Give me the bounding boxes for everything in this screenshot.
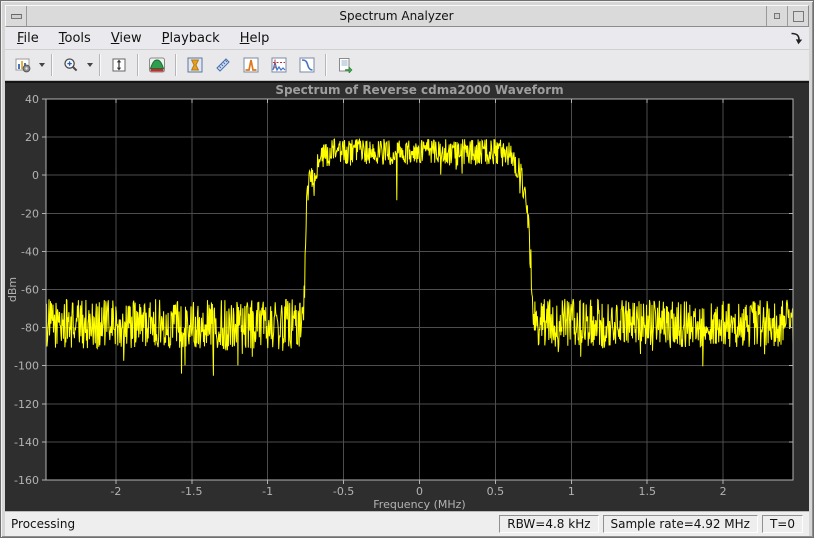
menu-playback[interactable]: Playback xyxy=(154,29,228,48)
y-tick-label: -80 xyxy=(21,322,39,335)
menu-tools[interactable]: Tools xyxy=(51,29,99,48)
toolbar-separator xyxy=(175,54,177,76)
minimize-icon xyxy=(774,13,780,19)
y-axis-label: dBm xyxy=(6,277,19,302)
x-tick-label: 0.5 xyxy=(487,485,505,498)
x-tick-label: 2 xyxy=(720,485,727,498)
distortion-measurements-button[interactable] xyxy=(265,52,293,78)
y-tick-label: -20 xyxy=(21,207,39,220)
toolbar-separator xyxy=(325,54,327,76)
spectral-mask-button[interactable] xyxy=(181,52,209,78)
status-text: Processing xyxy=(11,517,76,531)
x-tick-label: -1.5 xyxy=(181,485,202,498)
x-tick-label: -2 xyxy=(110,485,121,498)
scale-y-axis-icon xyxy=(112,58,126,72)
cursor-measurements-icon xyxy=(216,58,230,72)
menu-help[interactable]: Help xyxy=(232,29,278,48)
minimize-button[interactable] xyxy=(766,6,787,26)
chevron-down-icon xyxy=(87,63,93,67)
zoom-in-icon xyxy=(64,58,78,72)
toolbar-separator xyxy=(51,54,53,76)
spectrum-analyzer-window: Spectrum Analyzer File Tools View Playback H… xyxy=(0,0,814,538)
y-tick-label: -60 xyxy=(21,284,39,297)
y-tick-label: 0 xyxy=(32,169,39,182)
window-title: Spectrum Analyzer xyxy=(339,9,454,23)
y-tick-label: -140 xyxy=(14,436,39,449)
configuration-properties-icon xyxy=(15,58,31,73)
y-tick-label: -120 xyxy=(14,398,39,411)
titlebar[interactable]: Spectrum Analyzer xyxy=(5,5,809,27)
ccdf-measurements-icon xyxy=(299,57,315,73)
spectrum-settings-button[interactable] xyxy=(143,52,171,78)
playback-snapshot-button[interactable] xyxy=(331,52,359,78)
zoom-in-dropdown[interactable] xyxy=(85,53,95,77)
y-tick-label: 20 xyxy=(25,131,39,144)
peak-finder-icon xyxy=(243,57,259,73)
x-tick-label: 0 xyxy=(416,485,423,498)
menubar: File Tools View Playback Help xyxy=(5,27,809,50)
peak-finder-button[interactable] xyxy=(237,52,265,78)
maximize-icon xyxy=(792,10,804,22)
x-axis-label: Frequency (MHz) xyxy=(373,498,465,511)
spectrum-plot: -2 -1.5 -1 -0.5 0 0.5 1 1.5 2 40 20 0 -20 -40 -60 -80 -1… xyxy=(6,83,794,511)
distortion-measurements-icon xyxy=(271,57,287,73)
x-tick-label: 1 xyxy=(568,485,575,498)
zoom-in-button[interactable] xyxy=(57,52,85,78)
window-menu-icon xyxy=(10,13,22,19)
statusbar: Processing RBW=4.8 kHz Sample rate=4.92 M… xyxy=(5,511,809,536)
cursor-measurements-button[interactable] xyxy=(209,52,237,78)
maximize-button[interactable] xyxy=(787,6,808,26)
x-tick-label: -1 xyxy=(262,485,273,498)
figure-area: -2 -1.5 -1 -0.5 0 0.5 1 1.5 2 40 20 0 -20 -40 -60 -80 -1… xyxy=(5,81,809,511)
rbw-panel: RBW=4.8 kHz xyxy=(499,515,599,533)
spectrum-settings-icon xyxy=(149,57,165,73)
x-tick-label: 1.5 xyxy=(638,485,656,498)
y-tick-label: -160 xyxy=(14,474,39,487)
spectral-mask-icon xyxy=(187,57,203,73)
sample-rate-panel: Sample rate=4.92 MHz xyxy=(602,515,758,533)
window-menu-button[interactable] xyxy=(6,6,27,26)
plot-title: Spectrum of Reverse cdma2000 Waveform xyxy=(275,83,563,97)
dock-arrow-icon[interactable] xyxy=(787,29,805,47)
chevron-down-icon xyxy=(39,63,45,67)
playback-snapshot-icon xyxy=(339,58,353,73)
scale-y-axis-button[interactable] xyxy=(105,52,133,78)
x-tick-label: -0.5 xyxy=(333,485,354,498)
menu-file[interactable]: File xyxy=(9,29,47,48)
time-panel: T=0 xyxy=(761,515,803,533)
y-tick-label: -100 xyxy=(14,360,39,373)
toolbar xyxy=(5,50,809,81)
configuration-properties-button[interactable] xyxy=(9,52,37,78)
y-tick-label: 40 xyxy=(25,93,39,106)
configuration-properties-dropdown[interactable] xyxy=(37,53,47,77)
toolbar-separator xyxy=(99,54,101,76)
ccdf-measurements-button[interactable] xyxy=(293,52,321,78)
toolbar-separator xyxy=(137,54,139,76)
y-tick-label: -40 xyxy=(21,245,39,258)
menu-view[interactable]: View xyxy=(103,29,150,48)
